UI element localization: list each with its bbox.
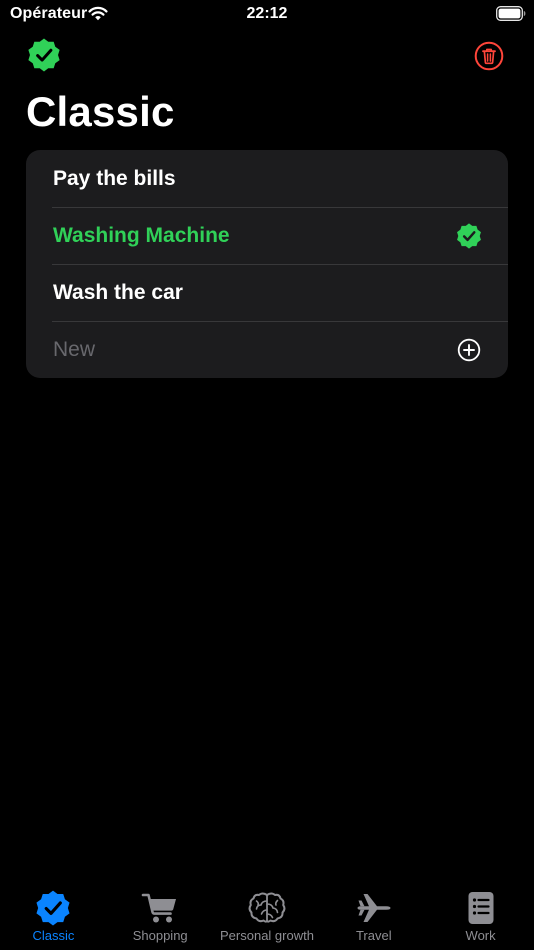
plus-circle-icon [457, 338, 481, 361]
tab-personal-growth[interactable]: Personal growth [214, 882, 321, 950]
tab-shopping[interactable]: Shopping [107, 882, 214, 950]
tab-label: Classic [32, 928, 75, 943]
mark-all-done-button[interactable] [27, 38, 61, 72]
list-item[interactable]: Wash the car [26, 264, 508, 321]
brain-icon [248, 892, 286, 923]
list-item-label: Washing Machine [53, 223, 230, 247]
notepad-icon [468, 892, 494, 924]
new-item-row [26, 321, 508, 378]
completed-indicator [456, 222, 482, 249]
tab-travel[interactable]: Travel [320, 882, 427, 950]
todo-list: Pay the bills Washing Machine Wash the c… [26, 150, 508, 378]
status-bar: Opérateur 22:12 [0, 0, 534, 30]
tab-classic[interactable]: Classic [0, 882, 107, 950]
tab-label: Shopping [132, 928, 188, 943]
tab-work[interactable]: Work [427, 882, 534, 950]
delete-list-button[interactable] [472, 39, 506, 73]
checkmark-seal-icon [36, 890, 70, 926]
list-item[interactable]: Washing Machine [26, 207, 508, 264]
tab-label: Work [465, 928, 496, 943]
tab-label: Travel [355, 928, 392, 943]
checkmark-seal-icon [457, 222, 481, 249]
trash-icon [474, 41, 504, 71]
tab-bar: Classic Shopping Personal growth Travel … [0, 882, 534, 950]
checkmark-seal-icon [28, 38, 60, 72]
cart-icon [141, 893, 177, 923]
list-item[interactable]: Pay the bills [26, 150, 508, 207]
airplane-icon [357, 894, 391, 922]
page-title: Classic [26, 88, 175, 135]
list-item-label: Pay the bills [53, 166, 176, 190]
battery-icon [496, 6, 526, 21]
list-item-label: Wash the car [53, 280, 183, 304]
new-item-input[interactable] [53, 337, 456, 362]
tab-label: Personal growth [220, 928, 314, 943]
add-item-button[interactable] [456, 337, 482, 363]
status-time: 22:12 [246, 5, 288, 22]
app-screen: Opérateur 22:12 Classic Pay the bills Wa… [0, 0, 534, 950]
